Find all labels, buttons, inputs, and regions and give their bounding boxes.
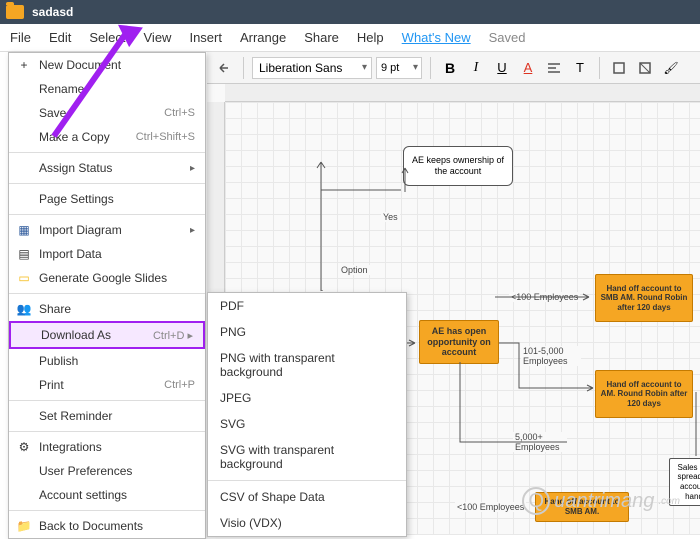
doc-title: sadasd <box>32 5 73 19</box>
node-hand-am[interactable]: Hand off account to AM. Round Robin afte… <box>595 370 693 418</box>
separator <box>9 183 205 184</box>
separator <box>9 400 205 401</box>
undo-button[interactable] <box>213 57 235 79</box>
separator <box>9 214 205 215</box>
separator <box>430 57 431 79</box>
menu-user-prefs[interactable]: User Preferences <box>9 459 205 483</box>
menu-page-settings[interactable]: Page Settings <box>9 187 205 211</box>
visio-icon: ▦ <box>17 223 31 237</box>
separator <box>599 57 600 79</box>
node-hand-smb[interactable]: Hand off account to SMB AM. Round Robin … <box>595 274 693 322</box>
menu-import-diagram[interactable]: ▦Import Diagram▸ <box>9 218 205 242</box>
menu-assign-status[interactable]: Assign Status▸ <box>9 156 205 180</box>
export-png[interactable]: PNG <box>208 319 406 345</box>
menu-share-file[interactable]: 👥Share <box>9 297 205 321</box>
separator <box>9 431 205 432</box>
separator <box>243 57 244 79</box>
menu-save[interactable]: SaveCtrl+S <box>9 101 205 125</box>
separator <box>9 510 205 511</box>
whats-new-link[interactable]: What's New <box>402 30 471 45</box>
separator <box>9 152 205 153</box>
plus-icon: + <box>17 58 31 72</box>
saved-status: Saved <box>489 30 526 45</box>
paint-button[interactable]: 🖌 <box>660 57 682 79</box>
ruler-horizontal <box>225 84 700 102</box>
menu-arrange[interactable]: Arrange <box>240 30 286 45</box>
italic-button[interactable]: I <box>465 57 487 79</box>
share-icon: 👥 <box>17 302 31 316</box>
align-button[interactable] <box>543 57 565 79</box>
download-as-submenu: PDF PNG PNG with transparent background … <box>207 292 407 537</box>
label-yes: Yes <box>381 212 400 222</box>
export-svg-transparent[interactable]: SVG with transparent background <box>208 437 406 477</box>
label-lt100: <100 Employees <box>509 292 580 302</box>
bold-button[interactable]: B <box>439 57 461 79</box>
menu-help[interactable]: Help <box>357 30 384 45</box>
title-bar: sadasd <box>0 0 700 24</box>
label-5k: 5,000+ Employees <box>513 432 567 452</box>
menu-share[interactable]: Share <box>304 30 339 45</box>
menu-google-slides[interactable]: ▭Generate Google Slides <box>9 266 205 290</box>
line-spacing-button[interactable]: T <box>569 57 591 79</box>
menu-bar: File Edit Select View Insert Arrange Sha… <box>0 24 700 52</box>
data-icon: ▤ <box>17 247 31 261</box>
menu-rename[interactable]: Rename <box>9 77 205 101</box>
menu-import-data[interactable]: ▤Import Data <box>9 242 205 266</box>
node-ae-keeps[interactable]: AE keeps ownership of the account <box>403 146 513 186</box>
menu-download-as[interactable]: Download AsCtrl+D ▸ <box>9 321 205 349</box>
separator <box>9 293 205 294</box>
menu-view[interactable]: View <box>144 30 172 45</box>
menu-publish[interactable]: Publish <box>9 349 205 373</box>
text-color-button[interactable]: A <box>517 57 539 79</box>
folder-icon: 📁 <box>17 519 31 533</box>
export-svg[interactable]: SVG <box>208 411 406 437</box>
puzzle-icon: ⚙ <box>17 440 31 454</box>
menu-account-settings[interactable]: Account settings <box>9 483 205 507</box>
label-lt100-2: <100 Employees <box>455 502 526 512</box>
menu-print[interactable]: PrintCtrl+P <box>9 373 205 397</box>
menu-set-reminder[interactable]: Set Reminder <box>9 404 205 428</box>
menu-integrations[interactable]: ⚙Integrations <box>9 435 205 459</box>
menu-edit[interactable]: Edit <box>49 30 71 45</box>
format-toolbar: Liberation Sans 9 pt B I U A T 🖌 <box>207 52 700 84</box>
menu-back-to-docs[interactable]: 📁Back to Documents <box>9 514 205 538</box>
file-dropdown: +New Document Rename SaveCtrl+S Make a C… <box>8 52 206 539</box>
export-pdf[interactable]: PDF <box>208 293 406 319</box>
font-select[interactable]: Liberation Sans <box>252 57 372 79</box>
export-csv[interactable]: CSV of Shape Data <box>208 484 406 510</box>
size-select[interactable]: 9 pt <box>376 57 422 79</box>
folder-icon <box>6 5 24 19</box>
menu-insert[interactable]: Insert <box>189 30 222 45</box>
slides-icon: ▭ <box>17 271 31 285</box>
export-jpeg[interactable]: JPEG <box>208 385 406 411</box>
menu-new-document[interactable]: +New Document <box>9 53 205 77</box>
node-ae-open[interactable]: AE has open opportunity on account <box>419 320 499 364</box>
underline-button[interactable]: U <box>491 57 513 79</box>
menu-select[interactable]: Select <box>89 30 125 45</box>
export-vdx[interactable]: Visio (VDX) <box>208 510 406 536</box>
separator <box>208 480 406 481</box>
label-101: 101-5,000 Employees <box>521 346 581 366</box>
label-option: Option <box>339 265 370 275</box>
watermark: Quantrimang.com <box>522 487 680 515</box>
fill-button[interactable] <box>608 57 630 79</box>
export-png-transparent[interactable]: PNG with transparent background <box>208 345 406 385</box>
menu-make-copy[interactable]: Make a CopyCtrl+Shift+S <box>9 125 205 149</box>
border-button[interactable] <box>634 57 656 79</box>
menu-file[interactable]: File <box>10 30 31 45</box>
